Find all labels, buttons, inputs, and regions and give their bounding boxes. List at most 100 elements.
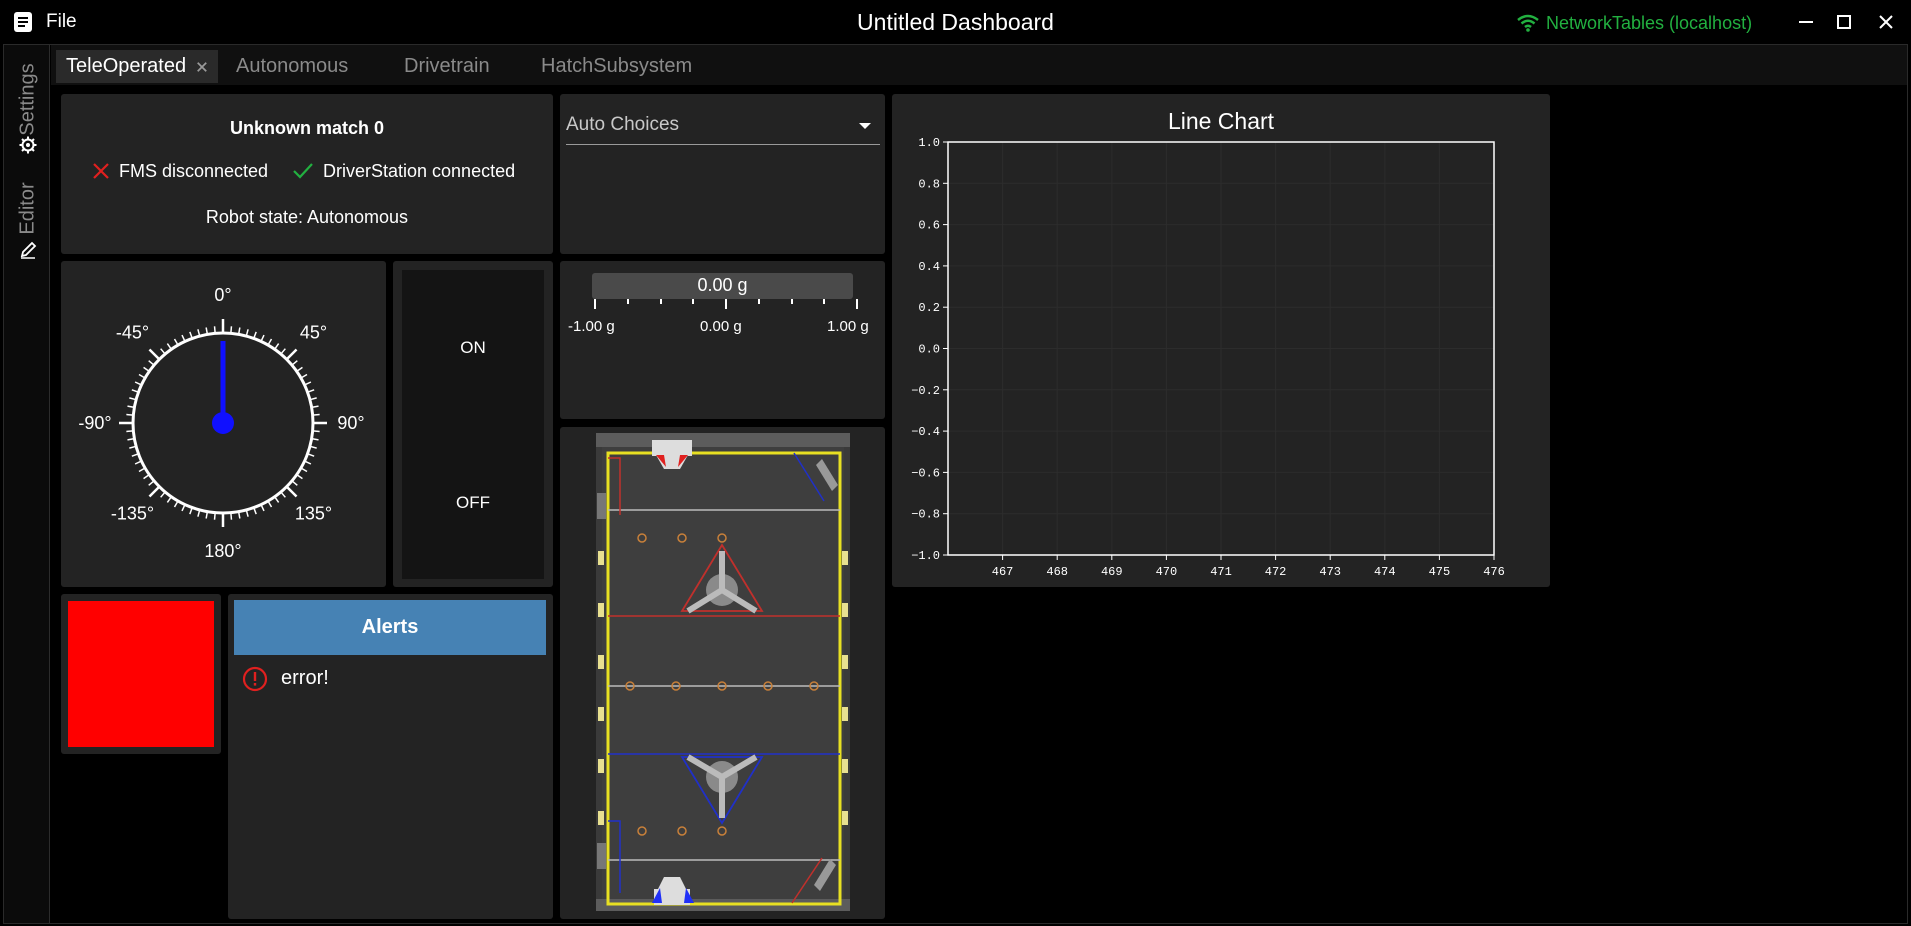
dial-tick	[173, 500, 179, 508]
dial-hub	[212, 412, 234, 434]
y-tick-label: −0.4	[911, 425, 940, 439]
x-tick-label: 467	[992, 565, 1014, 579]
accel-min-label: -1.00 g	[568, 318, 615, 335]
off-button[interactable]: OFF	[402, 426, 544, 579]
on-button[interactable]: ON	[402, 270, 544, 427]
tab-label: TeleOperated	[66, 55, 187, 77]
y-tick-label: −0.8	[911, 508, 940, 522]
dial-tick	[300, 373, 308, 379]
minimize-icon[interactable]	[1791, 8, 1821, 36]
y-tick-label: 0.8	[918, 177, 940, 191]
x-mark-icon	[93, 163, 109, 179]
accelerometer-widget: 0.00 g -1.00 g 0.00 g 1.00 g	[560, 261, 885, 419]
close-tab-icon[interactable]	[196, 60, 208, 74]
accel-max-label: 1.00 g	[827, 318, 869, 335]
field-map	[596, 433, 850, 911]
fms-status: FMS disconnected	[119, 161, 269, 181]
dial-tick	[285, 485, 298, 498]
dial-tick	[291, 480, 298, 486]
dial-tick	[230, 326, 233, 334]
dial-tick	[148, 348, 161, 361]
y-tick-label: 0.2	[918, 301, 940, 315]
boolean-box-widget	[61, 594, 221, 754]
dial-tick	[312, 430, 320, 433]
side-tab-editor[interactable]: Editor	[5, 175, 51, 265]
tab-teleoperated[interactable]: TeleOperated	[56, 50, 218, 83]
wifi-icon	[1517, 14, 1539, 32]
alert-item-text: error!	[281, 667, 329, 689]
dial-tick	[230, 512, 233, 520]
dial-tick	[126, 430, 134, 433]
field-widget	[560, 427, 885, 919]
y-tick-label: −0.2	[911, 384, 940, 398]
y-tick-label: 0.4	[918, 260, 940, 274]
dial-label: 180°	[204, 541, 241, 561]
dial-tick	[148, 485, 161, 498]
dial-tick	[173, 338, 179, 346]
robot-state: Robot state: Autonomous	[205, 207, 409, 227]
gyro-widget: 0° 45° 90° 135° 180° -135° -90° -45°	[61, 261, 386, 587]
tab-autonomous[interactable]: Autonomous	[226, 50, 358, 83]
accel-ticks	[594, 299, 858, 309]
match-label: Unknown match 0	[229, 118, 385, 138]
y-tick-label: 0.6	[918, 219, 940, 233]
y-tick-label: −0.6	[911, 466, 940, 480]
editor-label: Editor	[16, 182, 39, 235]
dial-tick	[166, 343, 172, 350]
accel-mid-label: 0.00 g	[700, 318, 742, 335]
dial-tick	[213, 326, 216, 334]
x-tick-label: 473	[1319, 565, 1341, 579]
dial-tick	[280, 491, 286, 498]
dial-label: -135°	[111, 504, 154, 524]
alerts-header: Alerts	[234, 600, 546, 655]
accel-value: 0.00 g	[697, 275, 748, 295]
x-tick-label: 475	[1429, 565, 1451, 579]
x-tick-label: 469	[1101, 565, 1123, 579]
x-tick-label: 474	[1374, 565, 1396, 579]
x-tick-label: 476	[1483, 565, 1505, 579]
dial-tick	[296, 474, 303, 480]
dial-tick	[143, 366, 150, 372]
dial-label: -45°	[116, 322, 149, 342]
auto-chooser-dropdown[interactable]: Auto Choices	[566, 108, 880, 145]
error-icon	[242, 666, 268, 692]
boolean-indicator	[68, 601, 214, 747]
network-status: NetworkTables (localhost)	[1516, 10, 1752, 36]
dial-tick	[267, 500, 273, 508]
dial-tick	[274, 343, 280, 350]
dial-tick	[138, 467, 146, 473]
tab-hatchsubsystem[interactable]: HatchSubsystem	[531, 50, 702, 83]
side-tab-settings[interactable]: Settings	[5, 52, 51, 162]
gyro-dial: 0° 45° 90° 135° 180° -135° -90° -45°	[78, 285, 364, 561]
maximize-icon[interactable]	[1829, 8, 1859, 36]
dial-tick	[148, 480, 155, 486]
line-chart: 467 468 469 470 471 472 473 474 475 476 1.0 0.8 0.6 0…	[911, 136, 1505, 579]
dial-tick	[296, 366, 303, 372]
dial-tick	[291, 360, 298, 366]
dial-tick	[312, 413, 320, 416]
dial-tick	[148, 360, 155, 366]
dial-tick	[143, 474, 150, 480]
dial-tick	[267, 338, 273, 346]
chooser-selected: Auto Choices	[566, 114, 680, 135]
dial-tick	[274, 496, 280, 503]
dial-label: 90°	[337, 413, 364, 433]
pencil-icon	[20, 241, 37, 259]
line-chart-widget: Line Chart 467 468 469 470 471 472 473 474 475 47…	[892, 94, 1550, 587]
tab-drivetrain[interactable]: Drivetrain	[394, 50, 500, 83]
toggle-widget: ON OFF	[393, 261, 553, 587]
y-tick-label: 0.0	[918, 343, 940, 357]
chooser-widget: Auto Choices	[560, 94, 885, 254]
x-tick-label: 471	[1210, 565, 1232, 579]
dial-tick	[300, 467, 308, 473]
x-tick-label: 470	[1156, 565, 1178, 579]
dial-tick	[213, 512, 216, 520]
dial-tick	[285, 348, 298, 361]
dial-label: 45°	[300, 322, 327, 342]
dial-tick	[126, 413, 134, 416]
close-icon[interactable]	[1871, 8, 1901, 36]
gear-icon	[19, 136, 37, 154]
check-mark-icon	[293, 163, 313, 179]
alerts-widget: Alerts error!	[228, 594, 553, 919]
y-tick-label: −1.0	[911, 549, 940, 563]
